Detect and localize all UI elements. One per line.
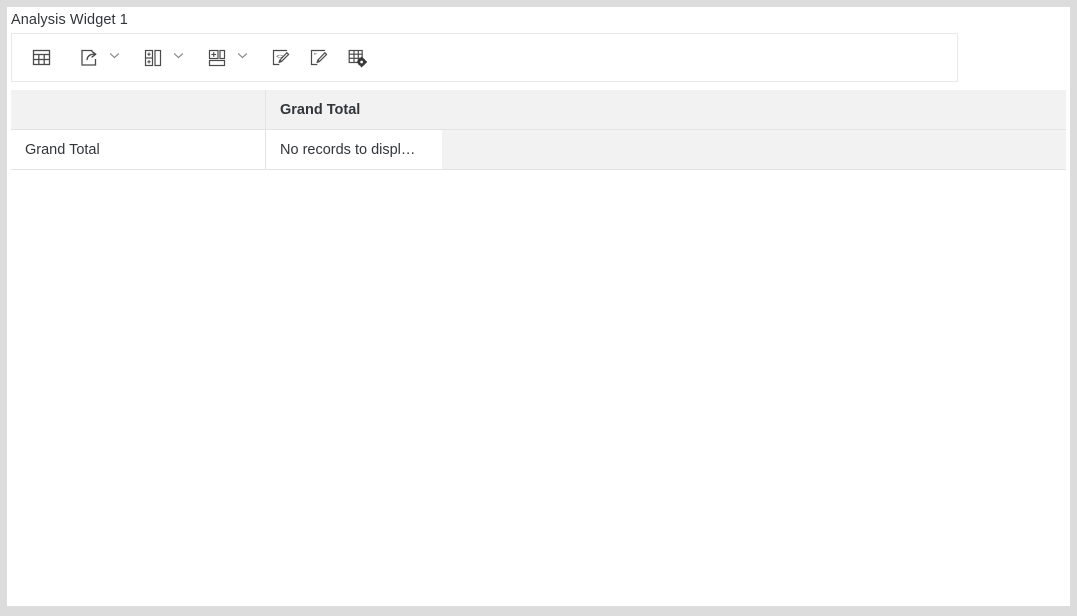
row-cell-filler [442, 130, 1066, 169]
insert-row-icon [206, 47, 228, 69]
insert-column-button[interactable] [138, 43, 168, 73]
header-cell-filler [442, 90, 1066, 129]
export-icon [78, 47, 100, 69]
table-row[interactable]: Grand Total No records to displ… [11, 130, 1066, 169]
edit-formula-button[interactable]: <> [266, 43, 296, 73]
export-button[interactable] [74, 43, 104, 73]
table-view-button[interactable] [26, 43, 56, 73]
page-title: Analysis Widget 1 [11, 12, 128, 28]
table-settings-button[interactable] [342, 43, 372, 73]
page-text-edit-icon: ” [308, 47, 330, 69]
insert-row-button[interactable] [202, 43, 232, 73]
widget-toolbar: <> ” [11, 33, 958, 82]
insert-column-caret[interactable] [168, 43, 188, 73]
insert-column-icon [142, 47, 164, 69]
table-header-row: Grand Total [11, 90, 1066, 130]
export-menu-caret[interactable] [104, 43, 124, 73]
chevron-down-icon [108, 49, 121, 67]
table-icon [31, 47, 52, 68]
edit-comment-button[interactable]: ” [304, 43, 334, 73]
header-cell-grand-total: Grand Total [265, 90, 442, 129]
svg-text:”: ” [314, 51, 317, 60]
chevron-down-icon [236, 49, 249, 67]
insert-row-caret[interactable] [232, 43, 252, 73]
pivot-table: Grand Total Grand Total No records to di… [11, 90, 1066, 170]
table-gear-icon [346, 47, 368, 69]
chevron-down-icon [172, 49, 185, 67]
header-cell-dimension [11, 90, 265, 129]
page-code-edit-icon: <> [270, 47, 292, 69]
analysis-widget-page: Analysis Widget 1 <> ” Grand Total Grand… [7, 7, 1070, 606]
row-label-grand-total: Grand Total [11, 130, 265, 169]
row-value-grand-total: No records to displ… [265, 130, 442, 169]
